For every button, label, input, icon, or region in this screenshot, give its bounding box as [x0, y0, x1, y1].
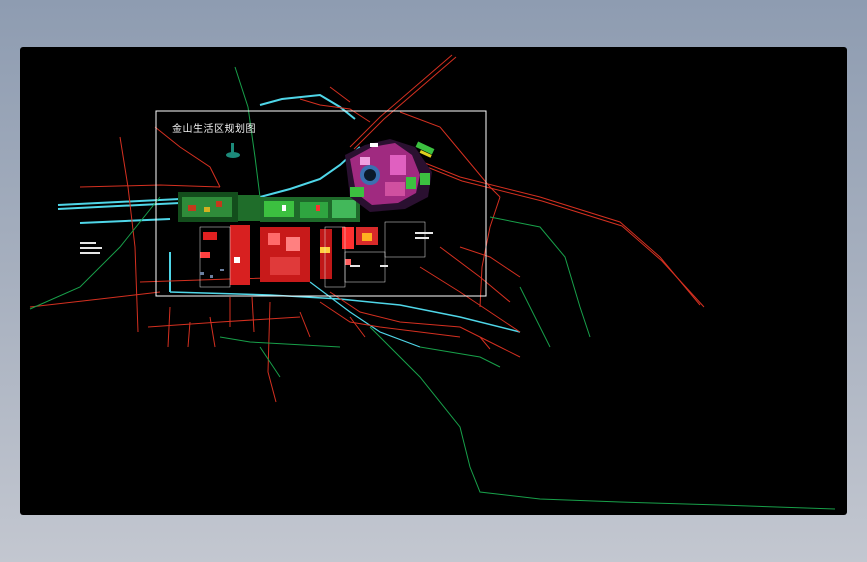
south-marks [200, 269, 224, 278]
central-planting-strip [260, 197, 360, 222]
roads-green [29, 66, 836, 510]
red-zoning-blocks [200, 225, 378, 285]
cad-model-viewport[interactable]: 金山生活区规划图 [20, 47, 847, 515]
cad-drawing-canvas[interactable] [20, 47, 847, 515]
residential-cluster [345, 139, 432, 212]
small-label-marks [80, 232, 433, 267]
compass-marker [226, 143, 240, 158]
west-planting-block [178, 192, 260, 222]
drawing-title: 金山生活区规划图 [172, 124, 256, 135]
